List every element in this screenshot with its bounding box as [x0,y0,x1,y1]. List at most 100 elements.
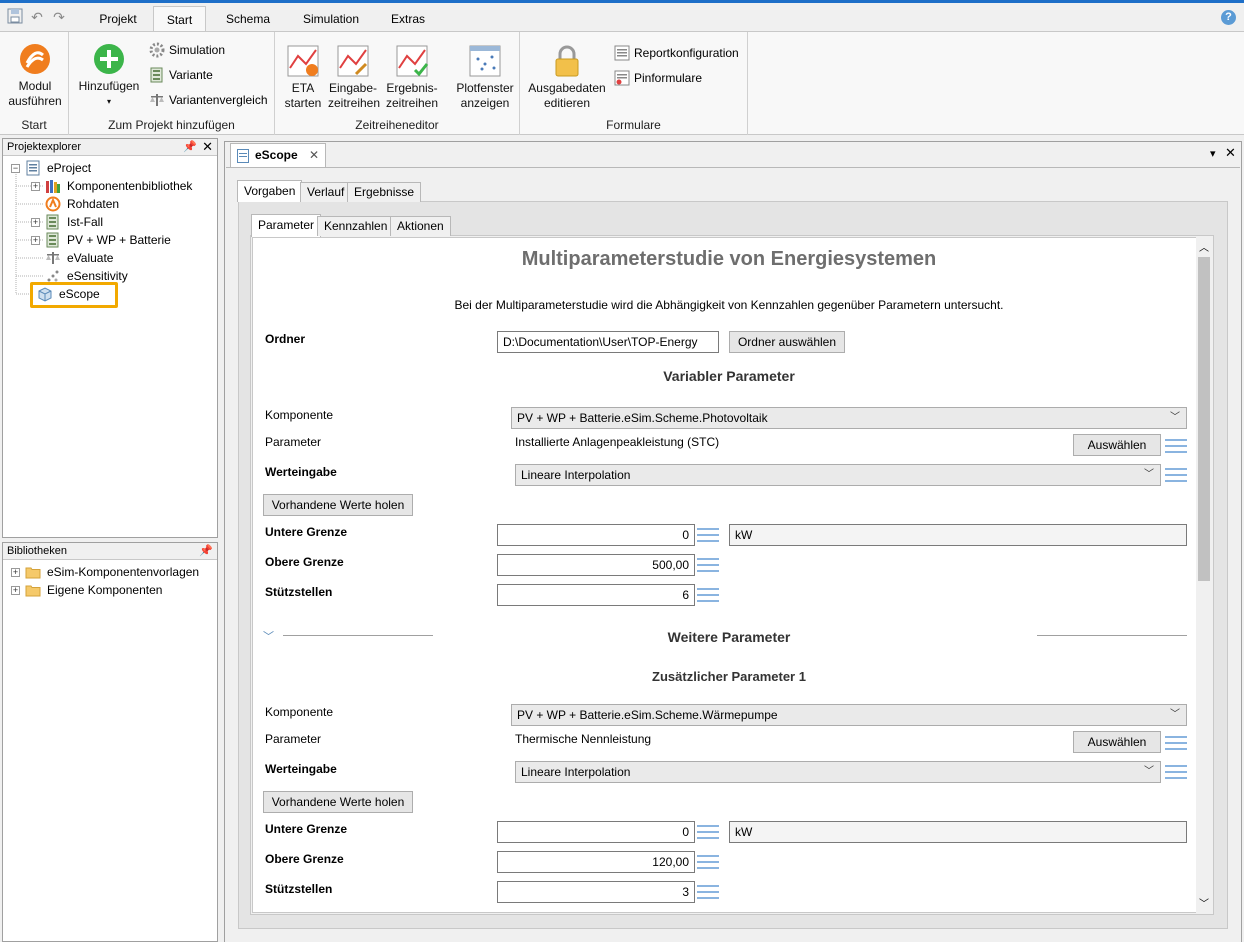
list-icon[interactable] [697,556,719,574]
tab-schema[interactable]: Schema [214,6,282,32]
tab-simulation[interactable]: Simulation [292,6,370,32]
simulation-button[interactable]: Simulation [147,40,225,60]
close-tab-icon[interactable]: ✕ [309,144,319,166]
werteingabe-label: Werteingabe [265,465,337,479]
vertical-scrollbar[interactable]: ︿ ﹀ [1196,237,1212,913]
ausgabedaten-editieren-button[interactable]: Ausgabedaten editieren [526,44,608,111]
obere-grenze-label: Obere Grenze [265,852,344,866]
document-tab-escope[interactable]: eScope ✕ [230,143,326,167]
modul-ausfuehren-button[interactable]: Modul ausführen [4,42,66,109]
unit-field: kW [729,524,1187,546]
obere-grenze-input-2[interactable]: 120,00 [497,851,695,873]
zusaetzlicher-parameter-heading: Zusätzlicher Parameter 1 [652,669,806,684]
list-icon[interactable] [1165,763,1187,781]
ordner-auswaehlen-button[interactable]: Ordner auswählen [729,331,845,353]
project-icon [25,160,41,176]
ribbon-group-label: Start [21,118,47,132]
untere-grenze-input[interactable]: 0 [497,524,695,546]
tree-item-komponentenbibliothek[interactable]: + Komponentenbibliothek [31,177,219,195]
list-icon[interactable] [697,883,719,901]
help-icon[interactable]: ? [1221,10,1236,25]
eingabezeitreihen-button[interactable]: Eingabe- zeitreihen [328,44,380,111]
tab-list-dropdown-icon[interactable]: ▾ [1210,147,1216,160]
tree-item-eproject[interactable]: − eProject [11,159,211,177]
panel-title: Bibliotheken [7,545,67,557]
list-icon[interactable] [697,853,719,871]
variant-icon [45,232,61,248]
parameter-value: Installierte Anlagenpeakleistung (STC) [515,435,720,449]
variante-button[interactable]: Variante [147,65,213,85]
stuetzstellen-input-2[interactable]: 3 [497,881,695,903]
list-icon[interactable] [697,586,719,604]
list-icon[interactable] [1165,466,1187,484]
tab-verlauf[interactable]: Verlauf [300,182,352,202]
tab-ergebnisse[interactable]: Ergebnisse [347,182,422,202]
list-icon[interactable] [1165,437,1187,455]
variant-icon [149,67,165,83]
divider [1037,635,1187,636]
tab-extras[interactable]: Extras [382,6,434,32]
tab-vorgaben[interactable]: Vorgaben [237,180,303,202]
scroll-up-icon[interactable]: ︿ [1199,239,1209,254]
auswaehlen-button[interactable]: Auswählen [1073,434,1161,456]
komponente-select[interactable]: PV + WP + Batterie.eSim.Scheme.Photovolt… [511,407,1187,429]
close-icon[interactable]: ✕ [202,138,213,155]
variant-icon [45,214,61,230]
untere-grenze-input-2[interactable]: 0 [497,821,695,843]
undo-icon[interactable]: ↶ [28,8,46,26]
panel-header: Bibliotheken 📌 [3,543,217,560]
plot-window-icon [468,44,502,78]
tree-item-rohdaten[interactable]: Rohdaten [31,195,219,213]
eta-starten-button[interactable]: ETA starten [281,44,325,111]
komponente-select-2[interactable]: PV + WP + Batterie.eSim.Scheme.Wärmepump… [511,704,1187,726]
library-icon [45,178,61,194]
werteingabe-select-2[interactable]: Lineare Interpolation ﹀ [515,761,1161,783]
tab-start[interactable]: Start [153,6,206,32]
close-document-icon[interactable]: ✕ [1225,145,1236,161]
vorhandene-werte-holen-button[interactable]: Vorhandene Werte holen [263,494,413,516]
pinformulare-button[interactable]: Pinformulare [612,68,702,88]
evaluate-icon [45,250,61,266]
scrollbar-thumb[interactable] [1198,257,1210,581]
tab-kennzahlen[interactable]: Kennzahlen [317,216,395,236]
auswaehlen-button-2[interactable]: Auswählen [1073,731,1161,753]
panel-header: Projektexplorer 📌 ✕ [3,139,217,156]
tab-aktionen[interactable]: Aktionen [390,216,451,236]
obere-grenze-input[interactable]: 500,00 [497,554,695,576]
pin-icon[interactable]: 📌 [183,139,197,156]
scroll-down-icon[interactable]: ﹀ [1199,895,1209,910]
tree-item-esim-komponentenvorlagen[interactable]: + eSim-Komponentenvorlagen [11,563,216,581]
variantenvergleich-button[interactable]: Variantenvergleich [147,90,268,110]
ordner-label: Ordner [265,332,306,346]
komponente-label: Komponente [265,705,334,719]
tree-item-ist-fall[interactable]: + Ist-Fall [31,213,219,231]
save-icon[interactable] [6,8,24,26]
reportkonfiguration-button[interactable]: Reportkonfiguration [612,43,739,63]
vorhandene-werte-holen-button-2[interactable]: Vorhandene Werte holen [263,791,413,813]
application-window: ↶ ↷ Projekt Start Schema Simulation Extr… [0,0,1244,942]
ergebniszeitreihen-button[interactable]: Ergebnis- zeitreihen [386,44,438,111]
ribbon-group-label: Zum Projekt hinzufügen [108,118,235,132]
werteingabe-label: Werteingabe [265,762,337,776]
plotfenster-anzeigen-button[interactable]: Plotfenster anzeigen [453,44,517,111]
list-icon[interactable] [697,526,719,544]
tree-item-pv-wp-batterie[interactable]: + PV + WP + Batterie [31,231,219,249]
expand-icon: + [11,567,20,577]
modul-run-icon [18,42,52,76]
stuetzstellen-input[interactable]: 6 [497,584,695,606]
folder-icon [25,582,41,598]
redo-icon[interactable]: ↷ [50,8,68,26]
tab-parameter[interactable]: Parameter [251,214,322,237]
werteingabe-select[interactable]: Lineare Interpolation ﹀ [515,464,1161,486]
ordner-input[interactable]: D:\Documentation\User\TOP-Energy [497,331,719,353]
hinzufuegen-button[interactable]: Hinzufügen ▾ [75,42,143,109]
pin-icon[interactable]: 📌 [199,543,213,560]
tree-item-evaluate[interactable]: eValuate [31,249,219,267]
tree-item-eigene-komponenten[interactable]: + Eigene Komponenten [11,581,216,599]
list-icon[interactable] [1165,734,1187,752]
tree-item-escope[interactable]: eScope [31,285,117,303]
result-chart-icon [395,44,429,78]
list-icon[interactable] [697,823,719,841]
tab-projekt[interactable]: Projekt [88,6,148,32]
obere-grenze-label: Obere Grenze [265,555,344,569]
